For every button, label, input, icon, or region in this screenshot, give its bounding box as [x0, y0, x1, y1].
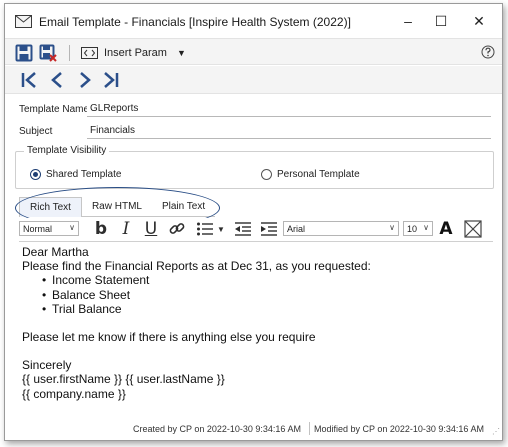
- italic-button[interactable]: I: [118, 219, 134, 239]
- template-visibility-legend: Template Visibility: [24, 145, 110, 156]
- radio-checked-icon: [30, 169, 41, 180]
- question-circle-icon: [481, 45, 495, 59]
- first-record-button[interactable]: [19, 70, 39, 90]
- tab-raw-html[interactable]: Raw HTML: [81, 197, 152, 217]
- indent-button[interactable]: [259, 219, 279, 239]
- template-name-label: Template Name: [19, 104, 90, 115]
- link-button[interactable]: [167, 219, 187, 239]
- shared-template-label: Shared Template: [46, 169, 122, 180]
- editor-toolbar: Normal ∨ b I U ▼ Arial ∨ 10 ∨ A: [19, 218, 493, 240]
- outdent-button[interactable]: [233, 219, 253, 239]
- subject-label: Subject: [19, 126, 53, 137]
- main-toolbar: Insert Param ▼: [5, 38, 502, 65]
- chevron-down-icon: ∨: [423, 223, 429, 232]
- chevron-down-icon: ▼: [176, 48, 186, 58]
- editor-signoff: Sincerely: [22, 358, 72, 373]
- shared-template-radio[interactable]: Shared Template: [30, 169, 121, 180]
- personal-template-radio[interactable]: Personal Template: [261, 169, 360, 180]
- last-record-button[interactable]: [101, 70, 121, 90]
- text-color-button[interactable]: A: [437, 219, 455, 239]
- clear-formatting-button[interactable]: [463, 219, 483, 239]
- clear-formatting-icon: [464, 220, 482, 238]
- bullet-icon: •: [42, 287, 47, 302]
- tab-plain-text[interactable]: Plain Text: [151, 197, 216, 217]
- save-and-close-button[interactable]: [39, 44, 57, 62]
- underline-button[interactable]: U: [142, 219, 160, 239]
- editor-tabs: Rich Text Raw HTML Plain Text: [19, 197, 216, 217]
- next-record-button[interactable]: [75, 70, 95, 90]
- window-title: Email Template - Financials [Inspire Hea…: [39, 15, 351, 29]
- last-record-icon: [104, 72, 119, 88]
- link-icon: [169, 223, 185, 234]
- template-visibility-group: Template Visibility Shared Template Pers…: [15, 145, 494, 189]
- bold-button[interactable]: b: [92, 219, 110, 239]
- radio-unchecked-icon: [261, 169, 272, 180]
- tab-rich-text[interactable]: Rich Text: [19, 197, 82, 217]
- status-bar: Created by CP on 2022-10-30 9:34:16 AM M…: [5, 421, 502, 437]
- rich-text-editor[interactable]: Dear Martha Please find the Financial Re…: [19, 241, 493, 409]
- font-size-value: 10: [407, 223, 418, 234]
- editor-bullet-list: • Income Statement • Balance Sheet • Trial …: [22, 273, 493, 316]
- save-button[interactable]: [15, 44, 33, 62]
- list-item: • Income Statement: [42, 273, 150, 288]
- record-navigation-toolbar: [5, 66, 502, 94]
- bullet-list-button[interactable]: [195, 219, 215, 239]
- title-bar: Email Template - Financials [Inspire Hea…: [5, 4, 502, 38]
- editor-closing-request: Please let me know if there is anything …: [22, 330, 316, 345]
- toolbar-separator: [69, 45, 70, 61]
- modified-info: Modified by CP on 2022-10-30 9:34:16 AM: [314, 424, 484, 434]
- envelope-icon: [15, 15, 32, 28]
- indent-icon: [261, 222, 277, 236]
- outdent-icon: [235, 222, 251, 236]
- list-type-dropdown[interactable]: ▼: [217, 219, 225, 239]
- editor-greeting: Dear Martha: [22, 245, 89, 259]
- minimize-button[interactable]: –: [397, 11, 419, 31]
- editor-intro: Please find the Financial Reports as at …: [22, 259, 371, 274]
- personal-template-label: Personal Template: [277, 169, 360, 180]
- template-name-field[interactable]: GLReports: [87, 100, 491, 117]
- created-info: Created by CP on 2022-10-30 9:34:16 AM: [133, 424, 301, 434]
- email-template-window: Email Template - Financials [Inspire Hea…: [4, 3, 503, 441]
- save-close-icon: [39, 44, 57, 62]
- paragraph-style-value: Normal: [23, 223, 53, 234]
- insert-param-button[interactable]: Insert Param ▼: [81, 44, 186, 62]
- help-button[interactable]: [480, 44, 496, 60]
- insert-param-label: Insert Param: [104, 47, 167, 59]
- paragraph-style-select[interactable]: Normal ∨: [19, 221, 79, 236]
- bullet-icon: •: [42, 273, 47, 288]
- list-item: • Balance Sheet: [42, 287, 131, 302]
- list-item: • Trial Balance: [42, 301, 122, 316]
- close-button[interactable]: ✕: [468, 11, 490, 31]
- first-record-icon: [21, 72, 36, 88]
- status-separator: [309, 422, 310, 435]
- maximize-button[interactable]: ☐: [430, 11, 452, 31]
- next-record-icon: [80, 72, 91, 88]
- chevron-down-icon: ∨: [69, 223, 75, 232]
- bullet-list-icon: [197, 222, 213, 236]
- chevron-down-icon: ∨: [389, 223, 395, 232]
- editor-name-placeholder: {{ user.firstName }} {{ user.lastName }}: [22, 372, 225, 387]
- font-family-select[interactable]: Arial ∨: [283, 221, 399, 236]
- save-icon: [15, 44, 33, 62]
- editor-company-placeholder: {{ company.name }}: [22, 386, 126, 401]
- font-size-select[interactable]: 10 ∨: [403, 221, 433, 236]
- bullet-icon: •: [42, 301, 47, 316]
- font-family-value: Arial: [287, 223, 306, 234]
- insert-param-icon: [81, 47, 98, 59]
- previous-record-button[interactable]: [47, 70, 67, 90]
- previous-record-icon: [51, 72, 62, 88]
- subject-field[interactable]: Financials: [87, 122, 491, 139]
- resize-grip-icon[interactable]: ⋰: [492, 427, 500, 436]
